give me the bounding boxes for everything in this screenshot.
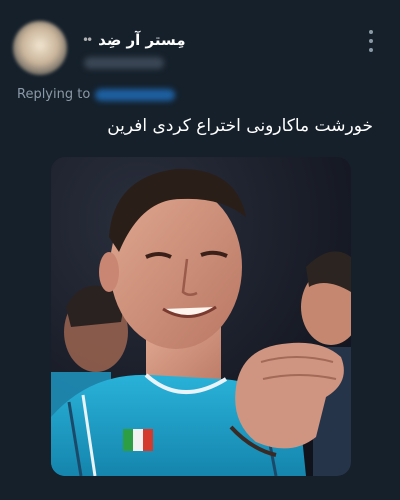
reply-handle-redacted[interactable] — [95, 88, 176, 101]
dot — [369, 30, 373, 34]
author-handle-redacted — [84, 57, 164, 69]
more-options-icon[interactable] — [362, 30, 380, 52]
name-emoji-icon: •• — [82, 33, 93, 47]
author-name-row[interactable]: •• مِستر آر ضِد — [82, 28, 186, 52]
tweet-card[interactable]: •• مِستر آر ضِد Replying to خورشت ماکارو… — [0, 0, 400, 500]
replying-to-line: Replying to — [17, 87, 176, 102]
author-display-name[interactable]: مِستر آر ضِد — [98, 31, 185, 49]
replying-to-label: Replying to — [17, 87, 91, 102]
tweet-media-image[interactable] — [51, 157, 351, 476]
dot — [369, 39, 373, 43]
user-avatar[interactable] — [13, 21, 67, 75]
dot — [369, 48, 373, 52]
tweet-text: خورشت ماکارونی اختراع کردی افرین — [107, 116, 373, 136]
photo-illustration — [51, 157, 351, 476]
